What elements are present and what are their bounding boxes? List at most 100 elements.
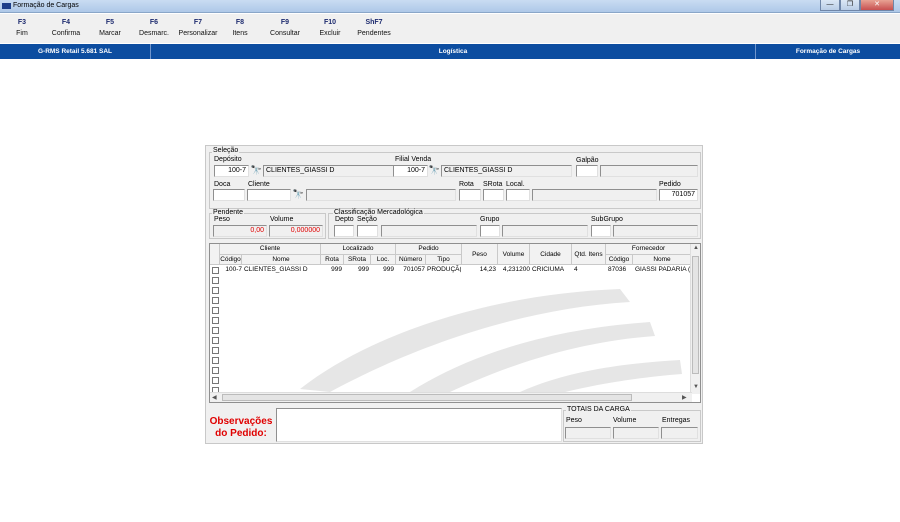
shf7-pendentes-button[interactable]: ShF7 Pendentes: [354, 19, 394, 37]
pedido-label: Pedido: [659, 181, 681, 188]
f7-personalizar-button[interactable]: F7 Personalizar: [176, 19, 220, 37]
binoculars-icon[interactable]: 🔭: [428, 165, 441, 177]
screen-label: Formação de Cargas: [795, 48, 861, 55]
observacoes-line-1: Observações: [209, 416, 273, 427]
filial-name-field: CLIENTES_GIASSI D: [441, 165, 572, 177]
totais-volume-field: [613, 427, 659, 439]
subgrupo-desc-field: [613, 225, 698, 237]
filial-code-field[interactable]: 100-7: [393, 165, 428, 177]
column-header-srota[interactable]: SRota: [344, 255, 371, 265]
column-header-numero[interactable]: Número: [396, 255, 426, 265]
background-watermark-logo: [300, 289, 682, 392]
cliente-code-field[interactable]: [247, 189, 291, 201]
cargo-grid[interactable]: Cliente Localizado Pedido Peso Volume Ci…: [209, 243, 701, 403]
cell-nome: CLIENTES_GIASSI D: [244, 266, 308, 273]
row-checkbox[interactable]: [212, 307, 219, 314]
column-header-loc[interactable]: Loc.: [371, 255, 396, 265]
totais-peso-field: [565, 427, 611, 439]
row-checkbox[interactable]: [212, 327, 219, 334]
title-bar: Formação de Cargas — ❐ ✕: [0, 0, 900, 13]
pedido-group-header: Pedido: [396, 244, 462, 255]
horizontal-scroll-thumb[interactable]: [222, 394, 632, 401]
galpao-label: Galpão: [576, 157, 599, 164]
column-header-rota[interactable]: Rota: [321, 255, 344, 265]
depto-field[interactable]: [334, 225, 354, 237]
classificacao-group-label: Classificação Mercadológica: [333, 209, 424, 216]
cliente-label: Cliente: [248, 181, 270, 188]
row-checkbox[interactable]: [212, 377, 219, 384]
restore-button[interactable]: ❐: [840, 0, 860, 11]
srota-field[interactable]: [483, 189, 504, 201]
secao-label: Seção: [357, 216, 377, 223]
galpao-name-field: [600, 165, 698, 177]
column-header-volume[interactable]: Volume: [498, 244, 530, 265]
pedido-field[interactable]: 701057: [659, 189, 698, 201]
f6-desmarcar-button[interactable]: F6 Desmarc.: [134, 19, 174, 37]
vertical-scrollbar[interactable]: ▲ ▼: [690, 244, 700, 394]
secao-field[interactable]: [357, 225, 378, 237]
cell-qtd-itens: 4: [574, 266, 578, 273]
row-checkbox[interactable]: [212, 337, 219, 344]
totais-peso-label: Peso: [566, 417, 582, 424]
cell-loc: 999: [383, 266, 394, 273]
f9-consultar-button[interactable]: F9 Consultar: [266, 19, 304, 37]
vertical-scroll-thumb[interactable]: [692, 256, 699, 374]
row-checkbox[interactable]: [212, 317, 219, 324]
cell-peso: 14,23: [479, 266, 496, 273]
cargo-formation-panel: Seleção Depósito 100-7 🔭 CLIENTES_GIASSI…: [205, 145, 703, 444]
binoculars-icon[interactable]: 🔭: [292, 189, 305, 201]
column-header-codigo[interactable]: Código: [220, 255, 242, 265]
window-title: Formação de Cargas: [13, 2, 79, 9]
depto-label: Depto: [335, 216, 354, 223]
rota-field[interactable]: [459, 189, 481, 201]
localizado-group-header: Localizado: [321, 244, 396, 255]
volume-pendente-field: 0,000000: [269, 225, 323, 237]
observacoes-textarea[interactable]: [276, 408, 562, 442]
row-checkbox[interactable]: [212, 297, 219, 304]
close-button[interactable]: ✕: [860, 0, 894, 11]
localizacao-desc-field: [532, 189, 657, 201]
column-header-fornecedor-codigo[interactable]: Código: [606, 255, 633, 265]
select-column-header: [210, 244, 220, 265]
row-checkbox[interactable]: [212, 277, 219, 284]
f4-confirma-button[interactable]: F4 Confirma: [44, 19, 88, 37]
column-header-cidade[interactable]: Cidade: [530, 244, 572, 265]
row-checkbox[interactable]: [212, 267, 219, 274]
scroll-right-icon[interactable]: ▶: [682, 394, 687, 401]
column-header-fornecedor-nome[interactable]: Nome: [633, 255, 692, 265]
scroll-down-icon[interactable]: ▼: [693, 384, 699, 390]
scroll-up-icon[interactable]: ▲: [693, 245, 699, 251]
grupo-label: Grupo: [480, 216, 500, 223]
f3-fim-button[interactable]: F3 Fim: [8, 19, 36, 37]
doca-label: Doca: [214, 181, 231, 188]
galpao-code-field[interactable]: [576, 165, 598, 177]
grupo-field[interactable]: [480, 225, 500, 237]
f10-excluir-button[interactable]: F10 Excluir: [314, 19, 346, 37]
cell-codigo: 100-7: [225, 266, 242, 273]
row-checkbox[interactable]: [212, 287, 219, 294]
cell-fornecedor-nome: GIASSI PADARIA (: [635, 266, 691, 273]
row-checkbox[interactable]: [212, 357, 219, 364]
column-header-tipo[interactable]: Tipo: [426, 255, 462, 265]
subgrupo-field[interactable]: [591, 225, 611, 237]
filial-venda-label: Filial Venda: [395, 156, 432, 163]
volume-pendente-label: Volume: [270, 216, 294, 223]
f5-marcar-button[interactable]: F5 Marcar: [94, 19, 126, 37]
column-header-peso[interactable]: Peso: [462, 244, 498, 265]
localizacao-field[interactable]: [506, 189, 530, 201]
binoculars-icon[interactable]: 🔭: [250, 165, 263, 177]
localizacao-label: Local.: [506, 181, 525, 188]
f8-itens-button[interactable]: F8 Itens: [226, 19, 254, 37]
doca-field[interactable]: [213, 189, 245, 201]
column-header-qtd-itens[interactable]: Qtd. Itens: [572, 244, 606, 265]
column-header-nome[interactable]: Nome: [242, 255, 321, 265]
row-checkbox[interactable]: [212, 367, 219, 374]
deposito-code-field[interactable]: 100-7: [214, 165, 249, 177]
scroll-left-icon[interactable]: ◀: [212, 394, 217, 401]
rota-label: Rota: [459, 181, 474, 188]
horizontal-scrollbar[interactable]: ◀ ▶: [210, 392, 692, 402]
totais-entregas-label: Entregas: [662, 417, 691, 424]
cell-cidade: CRICIUMA: [532, 266, 565, 273]
minimize-button[interactable]: —: [820, 0, 840, 11]
row-checkbox[interactable]: [212, 347, 219, 354]
